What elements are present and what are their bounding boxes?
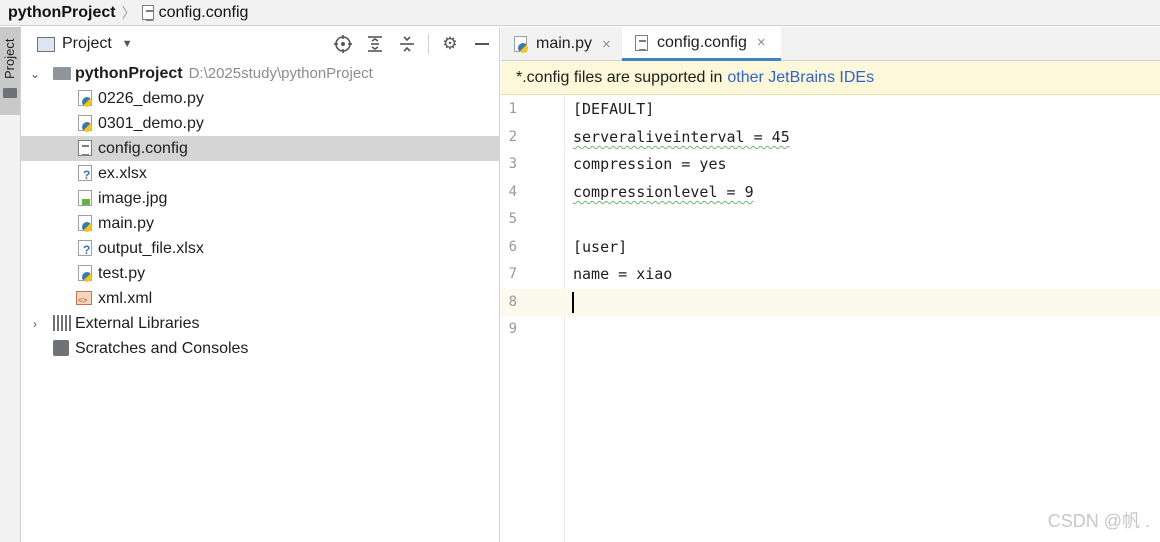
- scratches-icon: [53, 340, 69, 356]
- project-path: D:\2025study\pythonProject: [188, 64, 373, 82]
- tree-file-row[interactable]: ex.xlsx: [21, 161, 500, 186]
- navigation-bar: pythonProject 〉 config.config: [0, 0, 1160, 26]
- file-name: main.py: [98, 214, 155, 232]
- text-file-icon: [141, 5, 154, 21]
- breadcrumb-file[interactable]: config.config: [159, 4, 249, 22]
- banner-text: *.config files are supported in: [516, 68, 723, 86]
- file-name: 0301_demo.py: [98, 114, 204, 132]
- project-toolbar: ⚙: [322, 27, 493, 61]
- file-name: image.jpg: [98, 189, 168, 207]
- line-number: 3: [508, 156, 517, 172]
- image-file-icon: [78, 190, 92, 206]
- tree-file-row[interactable]: 0301_demo.py: [21, 111, 500, 136]
- breadcrumb-separator: 〉: [121, 4, 136, 21]
- code-line: compressionlevel = 9: [573, 183, 754, 201]
- line-number-gutter: 1 2 3 4 5 6 7 8 9: [501, 95, 565, 542]
- chevron-down-icon[interactable]: ▼: [122, 38, 133, 50]
- line-number: 7: [508, 266, 517, 282]
- unknown-file-icon: [78, 240, 92, 257]
- code-line: name = xiao: [573, 265, 673, 283]
- tree-file-row[interactable]: xml.xml: [21, 286, 500, 311]
- line-number: 9: [508, 321, 517, 337]
- xml-file-icon: [76, 291, 92, 305]
- folder-icon: [3, 88, 17, 98]
- scratches-label: Scratches and Consoles: [75, 339, 249, 357]
- file-name: ex.xlsx: [98, 164, 147, 182]
- line-number: 8: [508, 294, 517, 310]
- tree-scratches-row[interactable]: Scratches and Consoles: [21, 336, 500, 361]
- file-name: 0226_demo.py: [98, 89, 204, 107]
- line-number: 4: [508, 184, 517, 200]
- unknown-file-icon: [78, 165, 92, 182]
- tree-external-libraries-row[interactable]: › External Libraries: [21, 311, 500, 336]
- code-line: [DEFAULT]: [573, 100, 655, 118]
- tree-file-row[interactable]: test.py: [21, 261, 500, 286]
- file-name: output_file.xlsx: [98, 239, 204, 257]
- library-icon: [53, 315, 71, 331]
- project-window-icon: [37, 36, 55, 52]
- close-icon[interactable]: ×: [602, 36, 611, 53]
- code-line: serveraliveinterval = 45: [573, 128, 790, 146]
- expand-all-icon[interactable]: [364, 33, 386, 55]
- code-editor[interactable]: [DEFAULT] serveraliveinterval = 45 compr…: [565, 95, 1160, 542]
- python-file-icon: [78, 215, 92, 232]
- editor-tab-bar: main.py × config.config ×: [501, 27, 1160, 61]
- text-file-icon: [78, 140, 92, 156]
- line-number: 5: [508, 211, 517, 227]
- file-name: config.config: [98, 139, 188, 157]
- tab-main-py[interactable]: main.py ×: [501, 27, 621, 61]
- tab-label: main.py: [536, 35, 593, 52]
- gear-icon[interactable]: ⚙: [439, 33, 461, 55]
- project-tool-label: Project: [2, 38, 17, 79]
- tree-file-row[interactable]: 0226_demo.py: [21, 86, 500, 111]
- python-file-icon: [78, 265, 92, 282]
- tree-file-row[interactable]: output_file.xlsx: [21, 236, 500, 261]
- python-file-icon: [78, 115, 92, 132]
- project-name: pythonProject: [75, 64, 183, 82]
- text-file-icon: [635, 34, 648, 51]
- file-name: xml.xml: [98, 289, 153, 307]
- project-tool-tab[interactable]: Project: [0, 27, 20, 115]
- chevron-right-icon[interactable]: ›: [29, 317, 41, 331]
- tree-file-row-selected[interactable]: config.config: [21, 136, 500, 161]
- plugin-notification-banner: *.config files are supported in other Je…: [501, 61, 1160, 95]
- tab-config-config[interactable]: config.config ×: [622, 27, 781, 61]
- project-panel-header: Project ▼ ⚙: [21, 27, 499, 61]
- watermark: CSDN @帆 .: [1047, 511, 1150, 531]
- tree-root-label: pythonProject D:\2025study\pythonProject: [75, 65, 373, 83]
- banner-link[interactable]: other JetBrains IDEs: [727, 69, 874, 87]
- text-cursor: [572, 292, 574, 313]
- project-panel: Project ▼ ⚙ ⌄ pythonProject D:\2025study\…: [21, 27, 500, 542]
- line-number: 2: [508, 129, 517, 145]
- breadcrumb-project[interactable]: pythonProject: [8, 4, 116, 22]
- code-line: [user]: [573, 238, 628, 256]
- folder-icon: [53, 67, 71, 80]
- python-file-icon: [78, 90, 92, 107]
- line-number: 1: [508, 101, 517, 117]
- line-number: 6: [508, 239, 517, 255]
- project-view-selector[interactable]: Project: [62, 35, 112, 53]
- collapse-all-icon[interactable]: [396, 33, 418, 55]
- code-line: compression = yes: [573, 155, 727, 173]
- close-icon[interactable]: ×: [757, 34, 766, 51]
- chevron-down-icon[interactable]: ⌄: [29, 67, 41, 81]
- tree-file-row[interactable]: image.jpg: [21, 186, 500, 211]
- file-name: test.py: [98, 264, 146, 282]
- tab-label: config.config: [657, 33, 747, 51]
- toolbar-divider: [428, 34, 429, 54]
- tree-root-row[interactable]: ⌄ pythonProject D:\2025study\pythonProjec…: [21, 61, 500, 86]
- minimize-icon[interactable]: [471, 33, 493, 55]
- external-libraries-label: External Libraries: [75, 314, 200, 332]
- locate-icon[interactable]: [332, 33, 354, 55]
- tree-file-row[interactable]: main.py: [21, 211, 500, 236]
- caret-line-highlight: [565, 289, 1160, 316]
- tool-window-strip: Project: [0, 27, 21, 542]
- python-file-icon: [514, 36, 528, 53]
